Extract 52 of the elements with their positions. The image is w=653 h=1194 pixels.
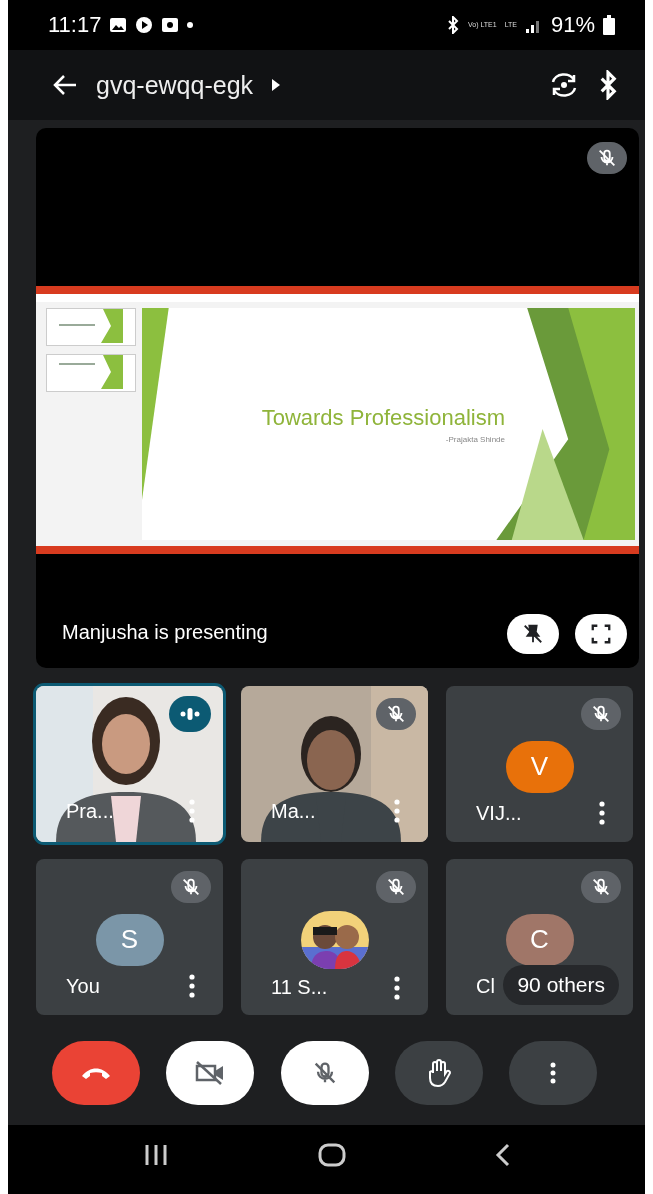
mic-off-icon <box>590 703 612 725</box>
mic-off-icon <box>180 876 202 898</box>
participant-tile[interactable]: Pra... <box>36 686 223 842</box>
more-options-icon[interactable] <box>189 799 195 823</box>
participant-tile[interactable]: C Cl 90 others <box>446 859 633 1015</box>
avatar: S <box>95 913 164 966</box>
avatar: C <box>505 913 574 966</box>
participant-tile[interactable]: 11 S... <box>241 859 428 1015</box>
clock-time: 11:17 <box>48 12 102 38</box>
mic-off-icon <box>385 876 407 898</box>
battery-level: 91% <box>550 12 595 38</box>
back-icon[interactable] <box>494 1142 511 1167</box>
play-icon <box>135 16 154 34</box>
caret-icon[interactable] <box>271 78 282 92</box>
more-options-icon[interactable] <box>189 974 195 999</box>
dot-icon <box>187 22 194 28</box>
pin-off-icon <box>522 623 544 645</box>
participant-tile[interactable]: S You <box>36 859 223 1015</box>
participant-name: 11 S... <box>271 976 328 1000</box>
unpin-button[interactable] <box>507 614 559 654</box>
slide-title: Towards Professionalism <box>261 404 505 431</box>
back-arrow-icon[interactable] <box>52 74 78 96</box>
avatar: V <box>505 740 574 793</box>
participant-name: Cl <box>476 974 495 998</box>
battery-icon <box>603 15 615 35</box>
slide-thumbnail[interactable] <box>46 354 136 392</box>
slide-thumbnail[interactable] <box>46 308 136 346</box>
participant-tile[interactable]: V VIJ... <box>446 686 633 842</box>
phone-icon <box>80 1066 112 1080</box>
switch-camera-icon[interactable] <box>549 72 579 98</box>
mic-off-icon <box>385 703 407 725</box>
presenter-label: Manjusha is presenting <box>62 621 269 645</box>
meeting-code[interactable]: gvq-ewqq-egk <box>96 70 254 100</box>
image-icon <box>109 17 128 33</box>
fullscreen-icon <box>590 623 612 645</box>
others-count[interactable]: 90 others <box>503 965 619 1005</box>
more-options-icon[interactable] <box>394 975 400 1000</box>
fullscreen-button[interactable] <box>575 614 627 654</box>
camera-icon <box>161 17 180 33</box>
participant-tile[interactable]: Ma... <box>241 686 428 842</box>
more-options-icon <box>550 1062 556 1084</box>
participant-name: You <box>66 974 100 998</box>
participant-name: Ma... <box>271 799 316 823</box>
home-icon[interactable] <box>317 1142 346 1167</box>
bluetooth-icon <box>445 16 460 34</box>
participant-name: VIJ... <box>476 801 522 825</box>
mic-off-icon <box>596 147 618 169</box>
slide-subtitle: -Prajakta Shinde <box>445 434 505 444</box>
mic-off-icon <box>590 876 612 898</box>
more-options-icon[interactable] <box>599 801 605 826</box>
more-options-icon[interactable] <box>394 799 400 823</box>
participant-name: Pra... <box>66 799 114 823</box>
